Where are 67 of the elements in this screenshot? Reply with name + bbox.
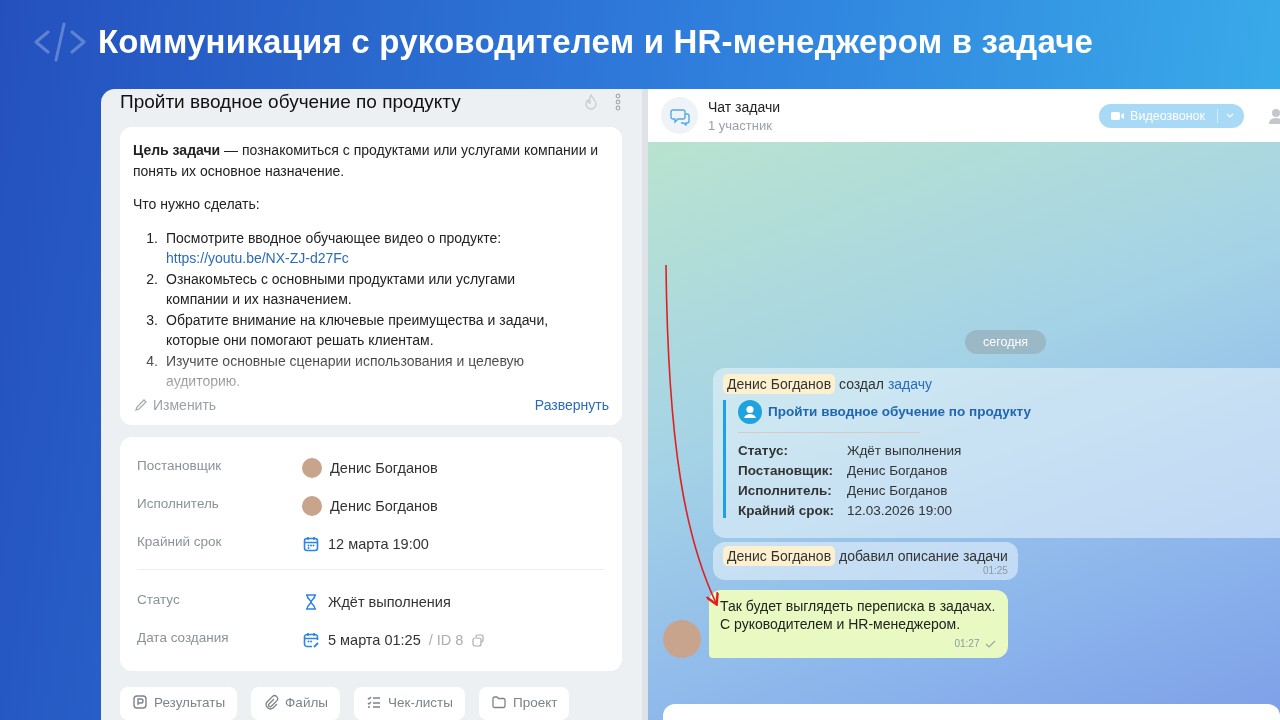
user-avatar <box>663 620 701 658</box>
section-tab[interactable]: Файлы <box>251 687 340 720</box>
calendar-icon <box>302 535 320 553</box>
copy-icon <box>471 632 486 648</box>
step-text: Ознакомьтесь с основными продуктами или услугами компании и их назначением. <box>166 269 517 309</box>
detail-value: Ждёт выполнения <box>847 442 963 458</box>
detail-value: Денис Богданов <box>847 482 949 498</box>
author-name: Денис Богданов <box>723 373 836 394</box>
chat-title: Чат задачи <box>708 98 782 115</box>
avatar <box>302 496 322 516</box>
step-number: 3. <box>145 310 159 330</box>
participant-count: 1 участник <box>708 117 773 133</box>
step-text: Обратите внимание на ключевые преимущества и задачи, которые они помогают решать клиентам. <box>166 310 550 350</box>
avatar <box>302 458 322 478</box>
message-text: Так будет выглядеть переписка в задачах. С руководителем и HR-менеджером. <box>720 596 996 634</box>
field-value: Денис Богданов <box>330 498 438 514</box>
detail-value: 12.03.2026 19:00 <box>847 502 954 518</box>
date-separator: сегодня <box>965 329 1047 354</box>
task-link[interactable]: Пройти вводное обучение по продукту <box>768 404 1031 419</box>
author-name: Денис Богданов <box>723 545 836 566</box>
document-icon <box>132 694 148 710</box>
person-icon <box>738 399 762 424</box>
detail-label: Крайний срок: <box>738 502 836 518</box>
description-intro: Цель задачи — познакомиться с продуктами или услугами компании и понять их основное назначение. <box>133 141 600 181</box>
fire-icon[interactable] <box>582 93 600 111</box>
task-id: / ID 8 <box>428 632 464 648</box>
paperclip-icon <box>263 694 280 710</box>
section-tab[interactable]: Проект <box>479 687 570 720</box>
task-link[interactable]: задачу <box>887 375 933 392</box>
edit-button[interactable]: Изменить <box>133 394 217 415</box>
checklist-icon <box>366 694 382 710</box>
section-tab[interactable]: Результаты <box>120 687 238 720</box>
field-value: Ждёт выполнения <box>328 594 451 610</box>
message-text: создал <box>838 375 884 392</box>
message-time: 01:25 <box>982 564 1008 576</box>
field-label: Крайний срок <box>137 533 223 549</box>
task-title: Пройти вводное обучение по продукту <box>120 91 462 113</box>
detail-label: Исполнитель: <box>738 482 833 498</box>
message-text: добавил описание задачи <box>838 547 1008 564</box>
video-camera-icon <box>1111 110 1125 121</box>
detail-value: Денис Богданов <box>847 462 949 478</box>
detail-label: Статус: <box>738 442 789 458</box>
field-value: 12 марта 19:00 <box>328 536 429 552</box>
field-label: Дата создания <box>137 629 230 645</box>
step-text: Посмотрите вводное обучающее видео о продукте: https://youtu.be/NX-ZJ-d27Fc <box>166 228 503 268</box>
step-number: 4. <box>145 351 159 371</box>
message-input-field[interactable] <box>663 704 1280 720</box>
todo-label: Что нужно сделать: <box>133 195 261 214</box>
step-number: 2. <box>145 269 159 289</box>
section-tab[interactable]: Чек-листы <box>354 687 465 720</box>
detail-label: Постановщик: <box>738 462 835 478</box>
banner-title: Коммуникация с руководителем и HR-менеджером в задаче <box>98 22 1094 61</box>
step-number: 1. <box>145 228 159 248</box>
more-icon[interactable] <box>614 93 622 111</box>
expand-button[interactable]: Развернуть <box>534 394 609 415</box>
field-label: Статус <box>137 591 181 607</box>
message-time: 01:27 <box>954 636 980 651</box>
field-label: Постановщик <box>137 457 223 473</box>
check-icon <box>984 639 996 648</box>
field-label: Исполнитель <box>137 495 220 511</box>
field-value: Денис Богданов <box>330 460 438 476</box>
field-value: 5 марта 01:25 <box>328 632 421 648</box>
caret-down-icon <box>1226 113 1234 118</box>
calendar-edit-icon <box>302 631 320 649</box>
video-link[interactable]: https://youtu.be/NX-ZJ-d27Fc <box>166 250 349 266</box>
folder-icon <box>491 694 507 710</box>
step-text: Изучите основные сценарии использования и целевую аудиторию. <box>166 351 526 391</box>
